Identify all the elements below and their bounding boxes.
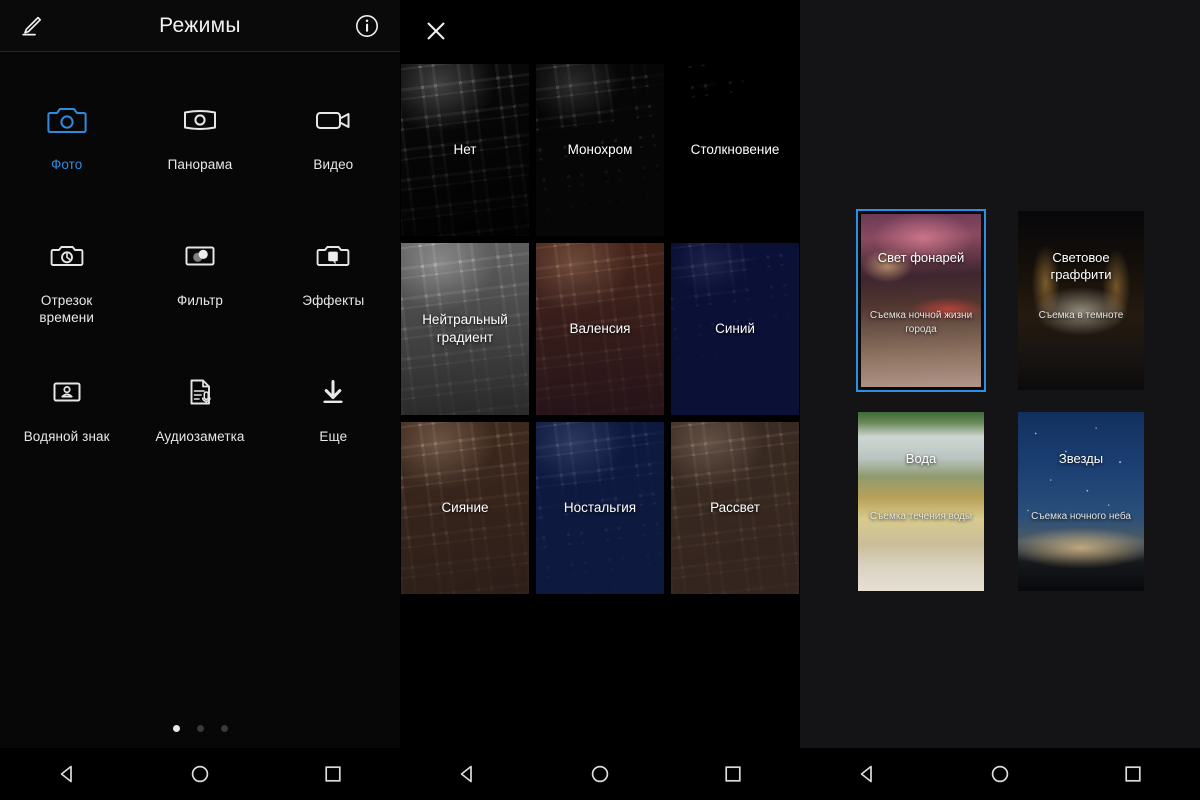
scene-card-light-trails[interactable]: Свет фонарей Съемка ночной жизни города <box>856 209 986 392</box>
scene-thumbnail <box>861 214 981 387</box>
mode-label: Фото <box>50 157 83 172</box>
effects-camera-icon <box>310 236 356 276</box>
mode-item-panorama[interactable]: Панорама <box>133 86 266 196</box>
filter-label: Рассвет <box>710 500 760 515</box>
mode-item-watermark[interactable]: Водяной знак <box>0 358 133 468</box>
scene-subtitle: Съемка ночной жизни города <box>869 310 973 335</box>
scene-subtitle: Съемка ночного неба <box>1031 511 1131 522</box>
page-dot-1[interactable] <box>172 725 180 732</box>
recents-square-icon[interactable] <box>310 751 356 797</box>
mode-label: Аудиозаметка <box>155 429 245 444</box>
scene-card-stars[interactable]: Звезды Съемка ночного неба <box>1018 412 1144 591</box>
filter-tile-glow[interactable]: Сияние <box>401 422 529 594</box>
filter-label: Ностальгия <box>563 500 637 515</box>
scene-subtitle: Съемка течения воды <box>869 511 973 522</box>
home-circle-icon[interactable] <box>977 751 1023 797</box>
screenshot-root: Режимы Фото Панорама Видео Отрезок време… <box>0 0 1200 800</box>
filter-label: Нет <box>453 142 477 157</box>
filter-tile-monochrome[interactable]: Монохром <box>536 64 664 236</box>
filter-label: Валенсия <box>569 321 631 336</box>
mode-item-audio-note[interactable]: Аудиозаметка <box>133 358 266 468</box>
scene-thumbnail <box>1018 412 1144 591</box>
mode-label: Панорама <box>167 157 233 172</box>
filter-label: Столкновение <box>690 142 780 157</box>
mode-label: Видео <box>313 157 354 172</box>
download-arrow-icon <box>310 372 356 412</box>
filter-tile-nostalgia[interactable]: Ностальгия <box>536 422 664 594</box>
filter-tile-neutral-gradient[interactable]: Нейтральный градиент <box>401 243 529 415</box>
scene-card-light-graffiti[interactable]: Световое граффити Съемка в темноте <box>1018 211 1144 390</box>
scene-title: Вода <box>905 451 937 466</box>
scenes-panel: Свет фонарей Съемка ночной жизни города … <box>800 0 1200 800</box>
mode-item-photo[interactable]: Фото <box>0 86 133 196</box>
watermark-stamp-icon <box>44 372 90 412</box>
back-triangle-icon[interactable] <box>44 751 90 797</box>
camera-icon <box>44 100 90 140</box>
edit-pencil-icon[interactable] <box>14 9 48 43</box>
video-camera-icon <box>310 100 356 140</box>
back-triangle-icon[interactable] <box>444 751 490 797</box>
filter-tile-valencia[interactable]: Валенсия <box>536 243 664 415</box>
recents-square-icon[interactable] <box>1110 751 1156 797</box>
mode-label: Отрезок времени <box>39 293 94 325</box>
mode-item-more[interactable]: Еще <box>267 358 400 468</box>
page-indicator[interactable] <box>0 725 400 732</box>
filter-label: Сияние <box>441 500 489 515</box>
scene-grid: Свет фонарей Съемка ночной жизни города … <box>856 209 1144 591</box>
scene-thumbnail <box>858 412 984 591</box>
android-navbar-middle <box>400 748 800 800</box>
modes-grid: Фото Панорама Видео Отрезок времени Филь… <box>0 86 400 468</box>
audio-note-icon <box>177 372 223 412</box>
back-triangle-icon[interactable] <box>844 751 890 797</box>
filter-label: Монохром <box>567 142 633 157</box>
mode-label: Фильтр <box>177 293 223 308</box>
home-circle-icon[interactable] <box>577 751 623 797</box>
scene-title: Свет фонарей <box>877 250 965 265</box>
filter-label: Нейтральный градиент <box>422 312 508 345</box>
page-dot-3[interactable] <box>220 725 228 732</box>
filter-tile-blue[interactable]: Синий <box>671 243 799 415</box>
scene-title: Звезды <box>1058 451 1104 466</box>
page-title: Режимы <box>159 13 241 37</box>
mode-item-effects[interactable]: Эффекты <box>267 222 400 332</box>
filter-tile-none[interactable]: Нет <box>401 64 529 236</box>
mode-label: Эффекты <box>302 293 365 308</box>
android-navbar-right <box>800 748 1200 800</box>
filter-tile-collision[interactable]: Столкновение <box>671 64 799 236</box>
filter-label: Синий <box>715 321 755 336</box>
filter-grid: Нет Монохром Столкновение Нейтральный гр… <box>401 64 800 594</box>
mode-item-video[interactable]: Видео <box>267 86 400 196</box>
mode-label: Еще <box>319 429 348 444</box>
android-navbar-left <box>0 748 400 800</box>
scene-thumbnail <box>1018 211 1144 390</box>
scene-title: Световое граффити <box>1050 250 1112 282</box>
scene-card-water[interactable]: Вода Съемка течения воды <box>858 412 984 591</box>
panorama-icon <box>177 100 223 140</box>
time-lapse-icon <box>44 236 90 276</box>
filters-panel: Нет Монохром Столкновение Нейтральный гр… <box>400 0 800 800</box>
mode-label: Водяной знак <box>23 429 110 444</box>
scene-subtitle: Съемка в темноте <box>1038 310 1124 321</box>
camera-modes-panel: Режимы Фото Панорама Видео Отрезок време… <box>0 0 400 800</box>
modes-header: Режимы <box>0 0 400 52</box>
close-x-icon[interactable] <box>418 13 454 49</box>
filter-circles-icon <box>177 236 223 276</box>
mode-item-time-lapse[interactable]: Отрезок времени <box>0 222 133 332</box>
info-circle-icon[interactable] <box>352 11 382 41</box>
filters-header <box>400 0 800 62</box>
filter-tile-dawn[interactable]: Рассвет <box>671 422 799 594</box>
mode-item-filter[interactable]: Фильтр <box>133 222 266 332</box>
page-dot-2[interactable] <box>196 725 204 732</box>
recents-square-icon[interactable] <box>710 751 756 797</box>
home-circle-icon[interactable] <box>177 751 223 797</box>
